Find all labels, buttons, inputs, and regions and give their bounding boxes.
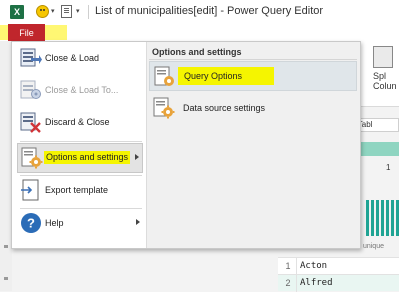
split-column-label-line2: Colun — [373, 81, 397, 91]
query-options-button[interactable]: Query Options — [149, 61, 357, 91]
cell-value[interactable]: Alfred — [300, 278, 333, 288]
row-divider — [296, 275, 297, 292]
cell-value[interactable]: Acton — [300, 261, 327, 271]
export-template-button[interactable]: Export template — [17, 176, 143, 206]
customize-qat-icon[interactable]: ▾ — [76, 7, 80, 15]
split-column-label-line1: Spl — [373, 71, 387, 81]
data-source-settings-label: Data source settings — [183, 103, 266, 113]
close-and-load-to-button[interactable]: Close & Load To... — [17, 76, 143, 106]
help-label: Help — [45, 218, 64, 228]
options-and-settings-button[interactable]: Options and settings — [17, 143, 143, 173]
submenu-divider — [149, 59, 357, 60]
smiley-feedback-icon[interactable] — [36, 5, 49, 18]
help-icon: ? — [21, 213, 41, 233]
row-number: 2 — [285, 278, 291, 288]
document-icon[interactable] — [61, 5, 72, 18]
pane-tick — [4, 245, 8, 248]
close-and-load-label: Close & Load — [45, 53, 100, 63]
data-source-settings-icon — [153, 97, 175, 119]
options-and-settings-label: Options and settings — [44, 151, 131, 164]
table-row[interactable]: 2 Alfred — [278, 274, 399, 292]
query-options-label: Query Options — [178, 67, 274, 85]
title-bar: X ▾ ▾ List of municipalities[edit] - Pow… — [0, 0, 399, 25]
data-grid: 1 Acton 2 Alfred — [278, 257, 399, 292]
tab-file[interactable]: File — [8, 24, 45, 41]
split-column-label[interactable]: Spl Colun — [373, 71, 399, 91]
close-and-load-button[interactable]: Close & Load — [17, 44, 143, 74]
distribution-bar — [366, 200, 369, 236]
chevron-right-icon — [135, 154, 139, 160]
chevron-right-icon — [136, 219, 140, 225]
query-options-icon — [154, 66, 174, 86]
split-column-icon[interactable] — [373, 46, 393, 68]
discard-and-close-button[interactable]: Discard & Close — [17, 108, 143, 138]
distribution-bar — [386, 200, 389, 236]
window-title: List of municipalities[edit] - Power Que… — [95, 5, 324, 17]
distribution-bar — [391, 200, 394, 236]
close-and-load-to-label: Close & Load To... — [45, 85, 119, 95]
row-divider — [296, 258, 297, 275]
close-and-load-to-icon — [20, 80, 41, 99]
close-and-load-icon — [20, 48, 42, 67]
export-template-icon — [21, 179, 39, 201]
chevron-down-icon[interactable]: ▾ — [51, 7, 55, 15]
help-button[interactable]: ? Help — [17, 209, 143, 239]
svg-text:?: ? — [27, 216, 35, 231]
title-separator — [88, 5, 89, 19]
submenu-header: Options and settings — [152, 47, 242, 57]
distribution-bar — [381, 200, 384, 236]
distribution-bar — [376, 200, 379, 236]
menu-divider — [20, 141, 142, 142]
options-settings-icon — [21, 147, 43, 169]
pane-tick — [4, 277, 8, 280]
data-source-settings-button[interactable]: Data source settings — [149, 93, 357, 123]
discard-and-close-icon — [20, 112, 41, 133]
file-menu-commands: Close & Load Close & Load To... Discard … — [12, 42, 145, 248]
file-menu: Close & Load Close & Load To... Discard … — [11, 41, 361, 249]
distribution-bar — [371, 200, 374, 236]
column-preview-value: 1 — [386, 163, 391, 172]
row-number: 1 — [285, 261, 291, 271]
table-row[interactable]: 1 Acton — [278, 257, 399, 275]
export-template-label: Export template — [45, 185, 109, 195]
excel-icon[interactable]: X — [10, 5, 24, 19]
column-distribution-bars — [364, 200, 399, 236]
discard-and-close-label: Discard & Close — [45, 117, 110, 127]
